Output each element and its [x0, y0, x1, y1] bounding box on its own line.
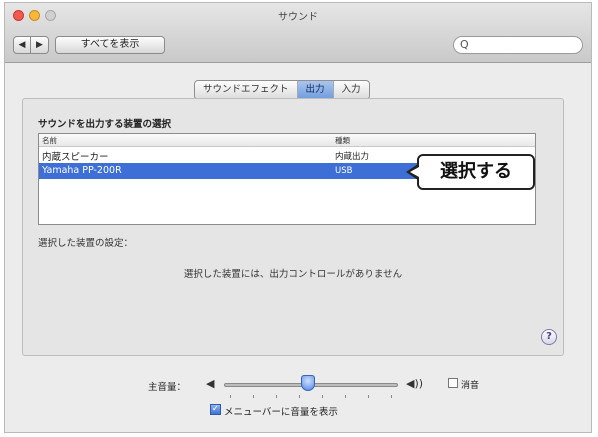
search-icon: Q	[460, 38, 469, 51]
help-button[interactable]: ?	[541, 329, 557, 345]
table-header: 名前 種類	[39, 134, 535, 147]
device-type: 内蔵出力	[335, 152, 370, 162]
selected-device-settings-label: 選択した装置の設定：	[38, 238, 134, 249]
show-all-button[interactable]: すべてを表示	[55, 36, 165, 54]
preference-tabs: サウンドエフェクト 出力 入力	[194, 80, 370, 100]
mute-checkbox[interactable]	[448, 378, 458, 388]
output-panel: サウンドを出力する装置の選択 名前 種類 内蔵スピーカー 内蔵出力 Yamaha…	[22, 98, 564, 356]
select-callout: 選択する	[417, 154, 535, 190]
device-name: Yamaha PP-200R	[42, 165, 122, 176]
volume-slider-ticks	[230, 395, 394, 398]
back-button[interactable]: ◀	[13, 36, 31, 54]
search-field[interactable]: Q	[453, 36, 583, 54]
search-input[interactable]	[474, 38, 574, 52]
column-header-name[interactable]: 名前	[42, 135, 57, 146]
volume-high-icon: ◀))	[406, 377, 424, 390]
output-volume-label: 主音量：	[148, 382, 187, 393]
back-arrow-icon: ◀	[18, 40, 26, 50]
tab-input[interactable]: 入力	[334, 81, 369, 99]
output-section-title: サウンドを出力する装置の選択	[38, 119, 172, 130]
forward-button[interactable]: ▶	[31, 36, 49, 54]
show-volume-in-menubar-label: メニューバーに音量を表示	[224, 407, 338, 418]
column-header-type[interactable]: 種類	[335, 135, 350, 146]
volume-slider-thumb[interactable]	[300, 375, 315, 391]
forward-arrow-icon: ▶	[36, 40, 43, 50]
no-output-controls-message: 選択した装置には、出力コントロールがありません	[183, 269, 403, 280]
volume-low-icon: ◀	[206, 377, 215, 390]
window-title: サウンド	[278, 12, 318, 23]
window-toolbar: サウンド ◀ ▶ すべてを表示 Q	[5, 3, 591, 63]
tab-output[interactable]: 出力	[297, 81, 334, 99]
tab-sound-effects[interactable]: サウンドエフェクト	[195, 81, 298, 99]
mute-label: 消音	[461, 381, 480, 391]
device-type: USB	[335, 166, 353, 176]
callout-pointer-fill	[410, 167, 419, 177]
show-volume-in-menubar-checkbox[interactable]: ✓	[210, 404, 221, 415]
device-name: 内蔵スピーカー	[42, 152, 109, 163]
